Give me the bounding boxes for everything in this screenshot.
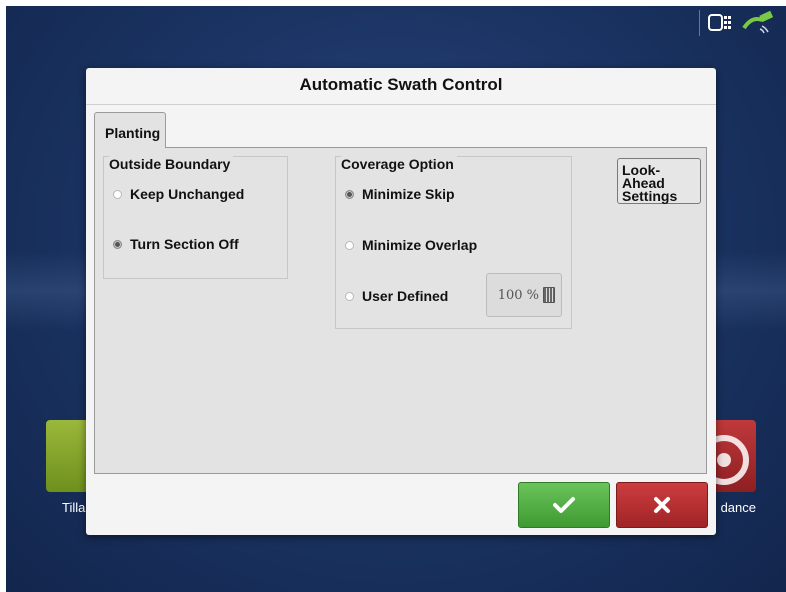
user-defined-percent-field[interactable]: 100 % bbox=[486, 273, 562, 317]
tab-panel: Outside Boundary Keep Unchanged Turn Sec… bbox=[94, 147, 707, 474]
ok-button[interactable] bbox=[518, 482, 610, 528]
status-divider bbox=[699, 10, 700, 36]
percent-value: 100 % bbox=[497, 287, 539, 303]
x-icon bbox=[654, 497, 670, 513]
calculator-icon bbox=[543, 287, 555, 303]
button-label-line2: Settings bbox=[622, 188, 678, 204]
coverage-option-group: Coverage Option Minimize Skip Minimize O… bbox=[335, 156, 572, 329]
title-divider bbox=[86, 104, 716, 105]
radio-label: Minimize Overlap bbox=[362, 237, 478, 253]
radio-button-selected[interactable] bbox=[345, 189, 354, 199]
button-label-line1: Look-Ahead bbox=[622, 162, 665, 191]
radio-user-defined[interactable]: User Defined bbox=[345, 288, 448, 304]
guidance-tile-label: dance bbox=[720, 500, 756, 515]
outside-boundary-title: Outside Boundary bbox=[109, 156, 234, 172]
coverage-option-title: Coverage Option bbox=[341, 156, 457, 172]
tillage-tile-label: Tilla bbox=[62, 500, 86, 515]
radio-label: Keep Unchanged bbox=[130, 186, 245, 202]
outside-boundary-group: Outside Boundary Keep Unchanged Turn Sec… bbox=[103, 156, 288, 279]
swath-control-dialog: Automatic Swath Control Planting Outside… bbox=[86, 68, 716, 535]
gps-satellite-icon[interactable] bbox=[740, 10, 776, 36]
tab-planting[interactable]: Planting bbox=[94, 112, 166, 148]
radio-minimize-skip[interactable]: Minimize Skip bbox=[345, 186, 455, 202]
radio-button-selected[interactable] bbox=[113, 239, 122, 249]
cancel-button[interactable] bbox=[616, 482, 708, 528]
radio-turn-section-off[interactable]: Turn Section Off bbox=[113, 236, 239, 252]
radio-button[interactable] bbox=[345, 291, 354, 301]
radio-label: Turn Section Off bbox=[130, 236, 239, 252]
radio-button[interactable] bbox=[345, 240, 354, 250]
radio-label: Minimize Skip bbox=[362, 186, 455, 202]
display-icon[interactable] bbox=[708, 12, 732, 34]
dialog-title: Automatic Swath Control bbox=[299, 75, 503, 94]
radio-button[interactable] bbox=[113, 189, 122, 199]
status-bar bbox=[699, 10, 776, 36]
look-ahead-settings-button[interactable]: Look-Ahead Settings bbox=[617, 158, 701, 204]
checkmark-icon bbox=[553, 497, 575, 513]
radio-keep-unchanged[interactable]: Keep Unchanged bbox=[113, 186, 244, 202]
radio-label: User Defined bbox=[362, 288, 449, 304]
radio-minimize-overlap[interactable]: Minimize Overlap bbox=[345, 237, 477, 253]
